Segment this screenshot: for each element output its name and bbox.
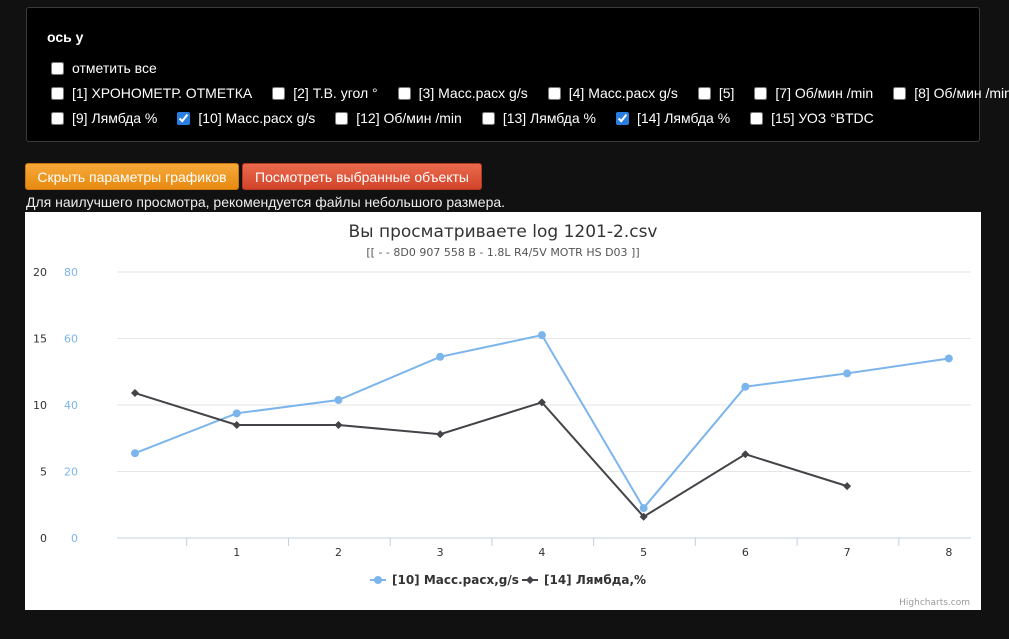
hide-params-button[interactable]: Скрыть параметры графиков [25, 163, 239, 190]
y-right-tick-label: 60 [64, 333, 78, 346]
x-tick-label: 2 [335, 546, 342, 559]
axis-checkbox[interactable] [754, 86, 768, 100]
axis-checkbox-item[interactable]: [5] [694, 85, 735, 101]
axis-checkbox-item[interactable]: [13] Лямбда % [478, 110, 596, 126]
axis-checkbox[interactable] [335, 111, 349, 125]
data-point [843, 369, 852, 378]
axis-checkbox-item[interactable]: [3] Масс.расх g/s [394, 85, 528, 101]
axis-checkbox-label: [13] Лямбда % [502, 110, 596, 126]
axis-checkbox-label: [1] ХРОНОМЕТР. ОТМЕТКА [72, 85, 253, 101]
axis-checkbox-label: [4] Масс.расх g/s [568, 85, 678, 101]
data-point [436, 430, 445, 439]
axis-checkbox-label: [3] Масс.расх g/s [418, 85, 528, 101]
y-left-tick-label: 20 [33, 266, 47, 279]
y-right-tick-label: 0 [71, 532, 78, 545]
axis-checkbox[interactable] [51, 111, 64, 125]
axis-checkbox-item[interactable]: [4] Масс.расх g/s [544, 85, 678, 101]
data-point [232, 420, 241, 429]
axis-checkbox[interactable] [272, 86, 286, 100]
data-point [537, 331, 546, 340]
axis-checkbox-label: [5] [718, 85, 735, 101]
data-point [843, 482, 852, 491]
data-point [334, 420, 343, 429]
axis-checkbox-label: [7] Об/мин /min [775, 85, 874, 101]
chart-container: Вы просматриваете log 1201-2.csv [[ - - … [25, 212, 981, 610]
axis-checkbox[interactable] [51, 86, 64, 100]
axis-checkbox-item[interactable]: [2] Т.В. угол ° [268, 85, 378, 101]
select-all-checkbox[interactable]: отметить все [47, 60, 157, 76]
checkbox-row-1: [1] ХРОНОМЕТР. ОТМЕТКА [2] Т.В. угол ° [3]… [47, 85, 1009, 101]
y-right-tick-label: 20 [64, 466, 78, 479]
y-left-tick-label: 15 [33, 333, 47, 346]
line-chart: Вы просматриваете log 1201-2.csv [[ - - … [33, 222, 971, 608]
highcharts-credit[interactable]: Highcharts.com [899, 598, 970, 608]
axis-checkbox-item[interactable]: [8] Об/мин /min [889, 85, 1009, 101]
axis-checkbox-label: [8] Об/мин /min [914, 85, 1009, 101]
axis-checkbox[interactable] [893, 86, 907, 100]
data-point [131, 449, 139, 458]
axis-checkbox-label: [15] УОЗ °BTDC [771, 110, 874, 126]
chart-legend[interactable]: [10] Масс.расх,g/s [14] Лямбда,% [370, 573, 646, 587]
select-all-box[interactable] [51, 61, 64, 75]
data-point [639, 504, 648, 513]
data-point [334, 396, 343, 405]
legend-marker [374, 576, 382, 584]
series-line [134, 392, 848, 519]
panel-title: ось y [47, 29, 84, 45]
x-tick-label: 8 [945, 546, 952, 559]
legend-marker [526, 576, 534, 584]
axis-checkbox[interactable] [177, 111, 191, 125]
axis-checkbox[interactable] [481, 111, 495, 125]
axis-checkbox[interactable] [615, 111, 629, 125]
series-line [134, 334, 949, 510]
legend-label: [14] Лямбда,% [544, 573, 646, 587]
axis-checkbox-label: [10] Масс.расх g/s [198, 110, 316, 126]
chart-subtitle: [[ - - 8D0 907 558 B - 1.8L R4/5V MOTR H… [366, 246, 639, 259]
axis-checkbox-item[interactable]: [15] УОЗ °BTDC [746, 110, 874, 126]
axis-checkbox-item[interactable]: [1] ХРОНОМЕТР. ОТМЕТКА [47, 85, 252, 101]
data-point [131, 389, 139, 398]
x-tick-label: 7 [844, 546, 851, 559]
axis-checkbox-label: [14] Лямбда % [636, 110, 731, 126]
axis-checkbox[interactable] [750, 111, 764, 125]
select-all-label: отметить все [72, 60, 157, 76]
data-point [944, 354, 953, 363]
chart-axes: 0 0 5 20 10 40 15 60 20 80 1 2 3 4 5 6 7 8 [33, 266, 952, 559]
x-tick-label: 3 [437, 546, 444, 559]
x-tick-label: 4 [538, 546, 545, 559]
axis-checkbox-label: [9] Лямбда % [72, 110, 158, 126]
axis-checkbox-label: [12] Об/мин /min [356, 110, 462, 126]
axis-checkbox-item[interactable]: [9] Лямбда % [47, 110, 157, 126]
data-point [741, 382, 750, 391]
y-left-tick-label: 10 [33, 399, 47, 412]
legend-label: [10] Масс.расх,g/s [392, 573, 519, 587]
hint-text: Для наилучшего просмотра, рекомендуется … [26, 194, 506, 210]
axis-checkbox-item[interactable]: [10] Масс.расх g/s [173, 110, 315, 126]
x-tick-label: 5 [640, 546, 647, 559]
axis-checkbox-item[interactable]: [12] Об/мин /min [331, 110, 462, 126]
axis-checkbox-item[interactable]: [14] Лямбда % [612, 110, 730, 126]
y-right-tick-label: 80 [64, 266, 78, 279]
checkbox-row-2: [9] Лямбда % [10] Масс.расх g/s [12] Об/ми… [47, 110, 890, 126]
axis-checkbox[interactable] [547, 86, 561, 100]
data-point [436, 352, 445, 361]
axis-checkbox[interactable] [397, 86, 411, 100]
chart-series [131, 331, 953, 521]
select-all-row: отметить все [47, 60, 173, 76]
data-point [232, 409, 241, 418]
axis-selection-panel: ось y отметить все [1] ХРОНОМЕТР. ОТМЕТК… [26, 7, 1009, 142]
chart-title: Вы просматриваете log 1201-2.csv [349, 222, 658, 242]
y-left-tick-label: 5 [40, 466, 47, 479]
y-right-tick-label: 40 [64, 399, 78, 412]
axis-checkbox-label: [2] Т.В. угол ° [293, 85, 378, 101]
x-tick-label: 6 [742, 546, 749, 559]
y-left-tick-label: 0 [40, 532, 47, 545]
axis-checkbox[interactable] [697, 86, 711, 100]
view-selected-button[interactable]: Посмотреть выбранные объекты [242, 163, 482, 190]
x-tick-label: 1 [233, 546, 240, 559]
axis-checkbox-item[interactable]: [7] Об/мин /min [750, 85, 873, 101]
